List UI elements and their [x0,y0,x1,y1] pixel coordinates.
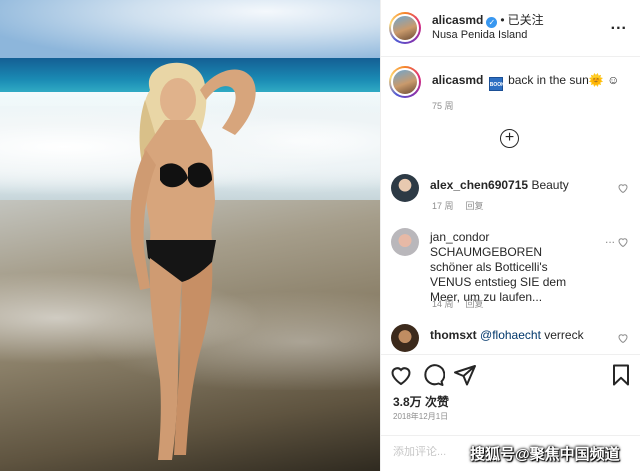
caption-avatar-ring[interactable] [389,66,421,98]
heart-icon[interactable] [617,182,629,194]
header-names: alicasmd ✓ • 已关注 Nusa Penida Island [432,13,544,43]
commenter-avatar[interactable] [391,324,419,352]
plus-icon: + [504,129,515,146]
post-header: alicasmd ✓ • 已关注 Nusa Penida Island ... [381,0,640,57]
comment-item: alex_chen690715 Beauty [389,174,635,202]
comment-more-icon[interactable]: ... [605,232,615,246]
caption-username[interactable]: alicasmd [432,73,483,87]
verified-badge-icon: ✓ [486,17,498,28]
smile-emoji: ☺ [607,73,620,87]
caption-avatar[interactable] [391,68,419,96]
caption-text: back in the sun [508,73,589,87]
comment-text: verreck [544,328,584,342]
author-avatar-ring[interactable] [389,12,421,44]
location-link[interactable]: Nusa Penida Island [432,28,544,43]
post: alicasmd ✓ • 已关注 Nusa Penida Island ... ali… [0,0,640,471]
comment-time: 14 周 [432,299,454,309]
comment-item: jan_condor SCHAUMGEBOREN schöner als Bot… [389,228,635,305]
comment-time: 17 周 [432,201,454,211]
post-date: 2018年12月1日 [393,412,449,421]
sun-emoji: 🌞 [588,73,604,87]
comment-item: thomsxt @flohaecht verreck [389,324,635,352]
commenter-avatar[interactable] [391,174,419,202]
save-bookmark-icon[interactable] [609,363,633,387]
like-heart-icon[interactable] [389,363,413,387]
commenter-username[interactable]: thomsxt [430,328,477,342]
comment-text: SCHAUMGEBOREN schöner als Botticelli's V… [430,245,567,304]
commenter-username[interactable]: alex_chen690715 [430,178,528,192]
reply-button[interactable]: 回复 [466,299,484,309]
reply-button[interactable]: 回复 [466,201,484,211]
commenter-username[interactable]: jan_condor [430,230,489,244]
author-avatar[interactable] [391,14,419,42]
comment-text: Beauty [531,178,569,192]
comment-mention[interactable]: @flohaecht [480,328,541,342]
header-separator: • [500,13,505,27]
comment-body: thomsxt @flohaecht verreck [430,328,600,352]
load-more-comments-button[interactable]: + [500,129,519,148]
comment-meta: 17 周 回复 [432,199,496,212]
comment-body: jan_condor SCHAUMGEBOREN schöner als Bot… [430,230,588,305]
book-emoji-icon: BOOK [488,77,505,91]
heart-icon[interactable] [617,236,629,248]
watermark: 搜狐号@聚焦中国频道 [470,446,620,463]
post-sidebar: alicasmd ✓ • 已关注 Nusa Penida Island ... ali… [380,0,640,471]
comment-bubble-icon[interactable] [421,363,445,387]
commenter-avatar[interactable] [391,228,419,256]
heart-icon[interactable] [617,332,629,344]
post-caption: alicasmd BOOK back in the sun🌞 ☺ [389,66,635,98]
follow-status-button[interactable]: 已关注 [508,13,544,27]
share-send-icon[interactable] [453,363,477,387]
comment-meta: 14 周 回复 [432,297,496,310]
author-username[interactable]: alicasmd [432,13,483,27]
more-options-icon[interactable]: ... [611,16,627,34]
caption-body: alicasmd BOOK back in the sun🌞 ☺ [432,73,619,98]
likes-count[interactable]: 3.8万 次赞 [393,393,449,410]
photo-figure [130,62,256,460]
post-photo[interactable] [0,0,380,471]
caption-timestamp: 75 周 [432,101,454,111]
